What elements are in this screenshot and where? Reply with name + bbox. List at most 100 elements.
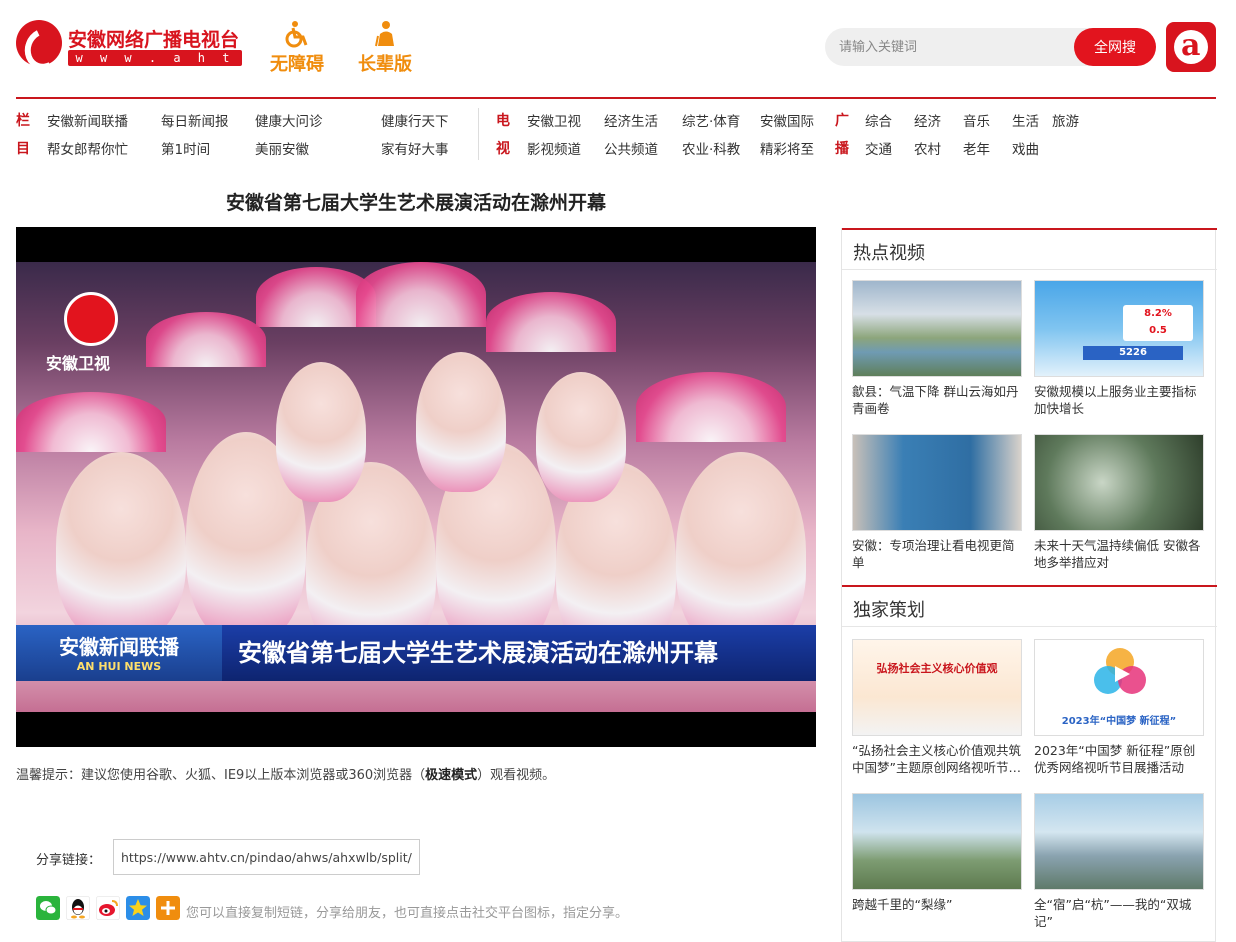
nav-label-dian-1: 电 [496, 113, 510, 129]
site-title: 安徽网络广播电视台 [68, 29, 240, 51]
nav-link[interactable]: 农业·科教 [682, 138, 740, 158]
video-caption: 跨越千里的“梨缘” [852, 897, 953, 912]
nav-link[interactable]: 美丽安徽 [255, 138, 309, 158]
nav-link[interactable]: 综合 [865, 110, 892, 130]
nav-link[interactable]: 第1时间 [161, 138, 210, 158]
special-card[interactable]: 跨越千里的“梨缘” [852, 793, 1022, 930]
hot-videos-header: 热点视频 [842, 228, 1217, 270]
ahtv-logo-icon [64, 292, 118, 346]
browser-tip: 温馨提示：建议您使用谷歌、火狐、IE9以上版本浏览器或360浏览器（极速模式）观… [16, 764, 555, 783]
share-url-field[interactable] [113, 839, 420, 875]
nav-link[interactable]: 旅游 [1052, 110, 1079, 130]
program-name-en: AN HUI NEWS [76, 660, 162, 673]
video-thumbnail [1034, 434, 1204, 531]
search-button[interactable]: 全网搜 [1074, 28, 1156, 66]
thumb-stats: 8.2% 0.5 [1123, 305, 1193, 341]
thumb-stat-2: 0.5 [1149, 325, 1167, 336]
site-logo[interactable]: 安徽网络广播电视台 w w w . a h t v . c n [16, 20, 244, 81]
special-card[interactable]: 2023年“中国梦 新征程” 2023年“中国梦 新征程”原创优秀网络视听节目展… [1034, 639, 1204, 776]
special-card[interactable]: 全“宿”启“杭”——我的“双城记” [1034, 793, 1204, 930]
share-label: 分享链接： [36, 853, 102, 868]
hot-video-card[interactable]: 安徽：专项治理让看电视更简单 [852, 434, 1022, 571]
elder-mode-label: 长辈版 [358, 54, 412, 75]
nav-link[interactable]: 经济 [914, 110, 941, 130]
header: 安徽网络广播电视台 w w w . a h t v . c n 无障碍 长辈版 … [0, 0, 1236, 98]
nav-link[interactable]: 农村 [914, 138, 941, 158]
lower-third: 安徽新闻联播 AN HUI NEWS 安徽省第七届大学生艺术展演活动在滁州开幕 [16, 625, 816, 681]
nav-link[interactable]: 戏曲 [1012, 138, 1039, 158]
play-logo-icon [1094, 648, 1146, 694]
video-caption: 未来十天气温持续偏低 安徽各地多举措应对 [1034, 538, 1201, 570]
video-thumbnail [852, 434, 1022, 531]
station-watermark-text: 安徽卫视 [46, 354, 111, 373]
nav-link[interactable]: 每日新闻报 [161, 110, 229, 130]
nav-label-lan-2: 目 [16, 141, 30, 157]
nav-link[interactable]: 经济生活 [604, 110, 658, 130]
station-watermark: 安徽卫视 [46, 292, 118, 374]
nav-link[interactable]: 音乐 [963, 110, 990, 130]
qzone-icon[interactable] [126, 896, 150, 920]
browser-tip-mode: 极速模式 [425, 768, 478, 783]
nav-link[interactable]: 生活 [1012, 110, 1039, 130]
nav-label-guang-1: 广 [835, 113, 849, 129]
more-share-icon[interactable] [156, 896, 180, 920]
search-input[interactable] [839, 37, 1069, 57]
video-player[interactable]: 安徽卫视 安徽新闻联播 AN HUI NEWS 安徽省第七届大学生艺术展演活动在… [16, 227, 816, 747]
share-note: 您可以直接复制短链，分享给朋友，也可直接点击社交平台图标，指定分享。 [186, 906, 629, 921]
nav-link[interactable]: 健康大问诊 [255, 110, 323, 130]
video-headline: 安徽省第七届大学生艺术展演活动在滁州开幕 [222, 625, 816, 681]
hot-video-card[interactable]: 歙县：气温下降 群山云海如丹青画卷 [852, 280, 1022, 417]
nav-link[interactable]: 安徽新闻联播 [47, 110, 128, 130]
wheelchair-icon [285, 21, 308, 48]
thumb-stat-1: 8.2% [1144, 308, 1172, 319]
nav-label-lan-1: 栏 [16, 113, 30, 129]
browser-tip-text: 温馨提示：建议您使用谷歌、火狐、IE9以上版本浏览器或360浏览器（ [16, 768, 426, 783]
nav-link[interactable]: 家有好大事 [381, 138, 449, 158]
video-thumbnail: 2023年“中国梦 新征程” [1034, 639, 1204, 736]
nav-link[interactable]: 安徽卫视 [527, 110, 581, 130]
video-thumbnail [852, 280, 1022, 377]
video-caption: 全“宿”启“杭”——我的“双城记” [1034, 897, 1192, 929]
nav-label-guang-2: 播 [835, 141, 849, 157]
thumb-title: 2023年“中国梦 新征程” [1061, 716, 1177, 727]
thumb-title: 弘扬社会主义核心价值观 [876, 662, 998, 675]
special-header: 独家策划 [842, 585, 1217, 627]
weibo-icon[interactable] [96, 896, 120, 920]
nav-link[interactable]: 交通 [865, 138, 892, 158]
video-caption: 安徽：专项治理让看电视更简单 [852, 538, 1015, 570]
video-thumbnail: 弘扬社会主义核心价值观 [852, 639, 1022, 736]
ahtv-logo-icon [16, 20, 62, 66]
nav-link[interactable]: 帮女郎帮你忙 [47, 138, 128, 158]
special-card[interactable]: 弘扬社会主义核心价值观 “弘扬社会主义核心价值观共筑中国梦”主题原创网络视听节… [852, 639, 1022, 776]
wechat-icon[interactable] [36, 896, 60, 920]
video-thumbnail [1034, 793, 1204, 890]
video-thumbnail: 8.2% 0.5 5226 [1034, 280, 1204, 377]
elder-mode-button[interactable]: 长辈版 [355, 20, 415, 76]
video-caption: 安徽规模以上服务业主要指标加快增长 [1034, 384, 1197, 416]
ahtv-app-icon[interactable] [1166, 22, 1216, 72]
video-caption: 2023年“中国梦 新征程”原创优秀网络视听节目展播活动 [1034, 743, 1196, 775]
video-caption: 歙县：气温下降 群山云海如丹青画卷 [852, 384, 1019, 416]
hot-videos-title: 热点视频 [853, 243, 925, 264]
program-name: 安徽新闻联播 [59, 635, 179, 659]
qq-icon[interactable] [66, 896, 90, 920]
nav-link[interactable]: 健康行天下 [381, 110, 449, 130]
nav-link[interactable]: 安徽国际 [760, 110, 814, 130]
hot-video-card[interactable]: 8.2% 0.5 5226 安徽规模以上服务业主要指标加快增长 [1034, 280, 1204, 417]
sidebar: 热点视频 歙县：气温下降 群山云海如丹青画卷 8.2% 0.5 5226 安徽规模… [841, 228, 1217, 942]
nav-link[interactable]: 老年 [963, 138, 990, 158]
nav-link[interactable]: 精彩将至 [760, 138, 814, 158]
nav-divider [478, 108, 479, 160]
elder-icon [375, 21, 394, 47]
hot-video-card[interactable]: 未来十天气温持续偏低 安徽各地多举措应对 [1034, 434, 1204, 571]
video-thumbnail [852, 793, 1022, 890]
special-section: 独家策划 弘扬社会主义核心价值观 “弘扬社会主义核心价值观共筑中国梦”主题原创网… [842, 585, 1217, 942]
special-title: 独家策划 [853, 600, 925, 621]
site-url: w w w . a h t v . c n [68, 50, 242, 81]
nav-link[interactable]: 综艺·体育 [682, 110, 740, 130]
nav-link[interactable]: 公共频道 [604, 138, 658, 158]
accessibility-mode-button[interactable]: 无障碍 [267, 20, 327, 76]
video-caption: “弘扬社会主义核心价值观共筑中国梦”主题原创网络视听节… [852, 743, 1021, 775]
nav-link[interactable]: 影视频道 [527, 138, 581, 158]
nav-label-dian-2: 视 [496, 141, 510, 157]
